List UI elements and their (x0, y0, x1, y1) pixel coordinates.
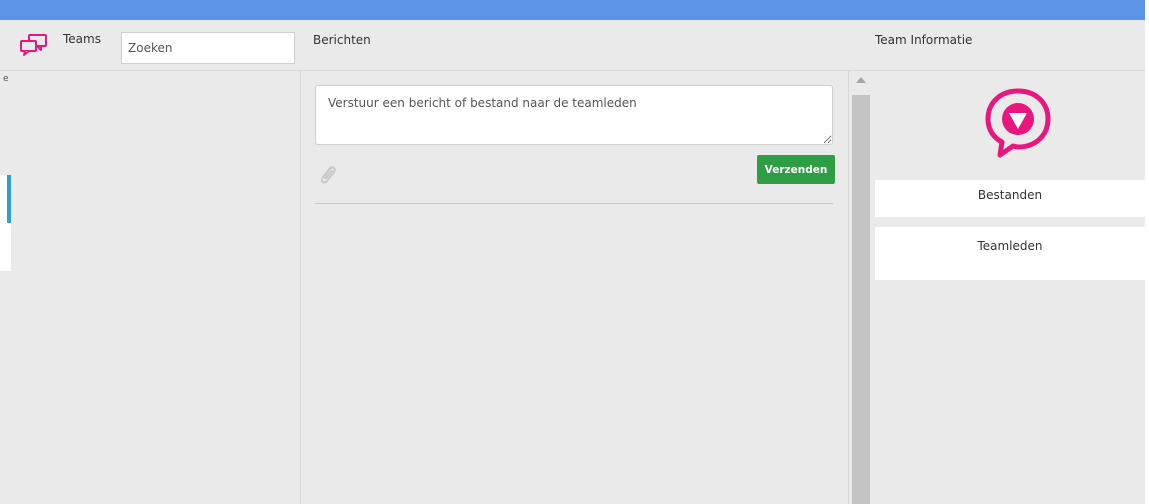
send-button[interactable]: Verzenden (757, 155, 835, 184)
divider (315, 203, 833, 204)
truncated-text: e (3, 74, 9, 84)
messages-title: Berichten (313, 33, 371, 47)
selected-indicator (7, 175, 11, 223)
header-bar: Teams Berichten Team Informatie (0, 20, 1145, 71)
members-item[interactable]: Teamleden (875, 227, 1145, 280)
team-info-panel: Bestanden Teamleden (873, 71, 1145, 504)
scroll-up-arrow-icon[interactable] (856, 77, 866, 83)
scrollbar[interactable] (848, 71, 874, 504)
window-titlebar (0, 0, 1145, 20)
scroll-thumb[interactable] (852, 95, 870, 504)
search-input[interactable] (121, 32, 295, 64)
messages-panel: Verzenden (301, 71, 848, 504)
team-info-title: Team Informatie (875, 33, 973, 47)
app-container: Teams Berichten Team Informatie e Verzen… (0, 20, 1145, 504)
teams-list-panel: e (0, 71, 301, 504)
message-input[interactable] (315, 85, 833, 145)
team-list-item[interactable] (0, 175, 11, 271)
chat-bubbles-icon[interactable] (19, 33, 49, 57)
files-item[interactable]: Bestanden (875, 180, 1145, 217)
speech-bubble-v-logo-icon (985, 88, 1051, 158)
paperclip-icon[interactable] (317, 163, 339, 187)
teams-label: Teams (63, 32, 101, 46)
